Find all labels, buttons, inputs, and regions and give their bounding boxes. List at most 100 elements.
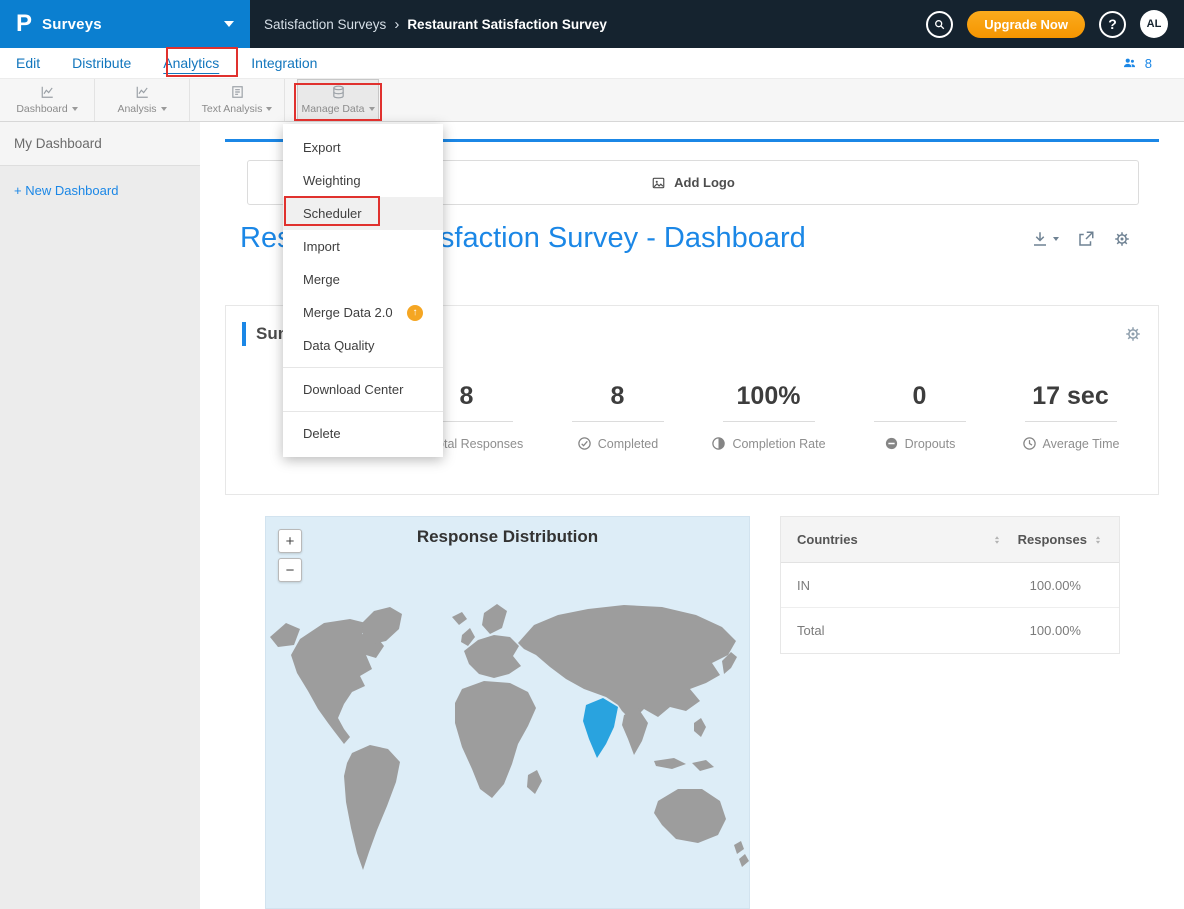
menu-item-label: Merge Data 2.0 bbox=[303, 305, 393, 320]
premium-badge-icon: ↑ bbox=[407, 305, 423, 321]
stat-label: Completion Rate bbox=[732, 437, 825, 451]
help-button[interactable]: ? bbox=[1099, 11, 1126, 38]
brand-product-name: Surveys bbox=[42, 16, 102, 33]
download-button[interactable] bbox=[1031, 230, 1059, 248]
product-switcher[interactable]: P Surveys bbox=[0, 0, 250, 48]
tab-distribute[interactable]: Distribute bbox=[72, 55, 131, 71]
document-icon bbox=[230, 85, 245, 99]
line-chart-icon bbox=[40, 85, 55, 99]
members-indicator[interactable]: 8 bbox=[1121, 56, 1168, 71]
breadcrumb-parent[interactable]: Satisfaction Surveys bbox=[264, 17, 386, 32]
stat-label: Dropouts bbox=[905, 437, 956, 451]
world-map[interactable] bbox=[266, 577, 751, 907]
response-distribution-card: Response Distribution + − bbox=[265, 516, 750, 909]
responses-cell: 100.00% bbox=[1030, 623, 1103, 638]
topbar: P Surveys Satisfaction Surveys › Restaur… bbox=[0, 0, 1184, 48]
people-icon bbox=[1121, 56, 1138, 70]
menu-item-delete[interactable]: Delete bbox=[283, 417, 443, 450]
menu-item-merge[interactable]: Merge bbox=[283, 263, 443, 296]
world-map-landmasses bbox=[270, 604, 749, 870]
check-circle-icon bbox=[577, 436, 592, 451]
stat-completed: 8 Completed bbox=[542, 382, 693, 451]
breadcrumb-separator-icon: › bbox=[394, 16, 399, 33]
new-dashboard-link[interactable]: + New Dashboard bbox=[0, 166, 200, 215]
breadcrumb-current: Restaurant Satisfaction Survey bbox=[407, 17, 607, 32]
toolbar-analysis-label: Analysis bbox=[117, 103, 156, 115]
toolbar-text-analysis-label: Text Analysis bbox=[202, 103, 263, 115]
country-cell: IN bbox=[797, 578, 810, 593]
database-icon bbox=[331, 85, 346, 99]
map-title: Response Distribution bbox=[266, 517, 749, 547]
toolbar-manage-data-label: Manage Data bbox=[301, 103, 364, 115]
stat-average-time: 17 sec Average Time bbox=[995, 382, 1146, 451]
minus-circle-icon bbox=[884, 436, 899, 451]
stat-value: 100% bbox=[723, 382, 815, 422]
stat-label: Total Responses bbox=[431, 437, 523, 451]
chevron-down-icon bbox=[369, 107, 375, 111]
gear-icon[interactable] bbox=[1113, 230, 1131, 248]
app-window: P Surveys Satisfaction Surveys › Restaur… bbox=[0, 0, 1184, 909]
toolbar-dashboard[interactable]: Dashboard bbox=[0, 79, 95, 121]
tab-edit[interactable]: Edit bbox=[16, 55, 40, 71]
gear-icon bbox=[1124, 325, 1142, 343]
summary-accent-bar bbox=[242, 322, 246, 346]
image-icon bbox=[651, 176, 666, 190]
menu-item-export[interactable]: Export bbox=[283, 131, 443, 164]
sidebar-item-label: My Dashboard bbox=[14, 136, 102, 151]
menu-item-scheduler[interactable]: Scheduler bbox=[283, 197, 443, 230]
tab-analytics[interactable]: Analytics bbox=[163, 55, 219, 71]
responses-column-header[interactable]: Responses bbox=[1018, 532, 1087, 547]
table-row: IN 100.00% bbox=[781, 563, 1119, 608]
search-icon bbox=[933, 18, 946, 31]
manage-data-menu: Export Weighting Scheduler Import Merge … bbox=[283, 124, 443, 457]
search-button[interactable] bbox=[926, 11, 953, 38]
sort-icon[interactable] bbox=[1093, 534, 1103, 546]
menu-divider bbox=[283, 411, 443, 412]
sidebar-item-my-dashboard[interactable]: My Dashboard bbox=[0, 122, 200, 166]
summary-settings-button[interactable] bbox=[1124, 325, 1142, 343]
analytics-toolbar: Dashboard Analysis Text Analysis Manage … bbox=[0, 78, 1184, 122]
stat-label: Average Time bbox=[1043, 437, 1120, 451]
country-cell: Total bbox=[797, 623, 824, 638]
add-logo-label: Add Logo bbox=[674, 175, 735, 190]
upgrade-button[interactable]: Upgrade Now bbox=[967, 11, 1085, 38]
menu-item-download-center[interactable]: Download Center bbox=[283, 373, 443, 406]
dashboard-sidebar: My Dashboard + New Dashboard bbox=[0, 122, 200, 909]
menu-item-merge-data-2[interactable]: Merge Data 2.0 ↑ bbox=[283, 296, 443, 329]
chevron-down-icon bbox=[1053, 237, 1059, 241]
map-zoom-in-button[interactable]: + bbox=[278, 529, 302, 553]
sort-icon[interactable] bbox=[992, 534, 1002, 546]
tab-integration[interactable]: Integration bbox=[251, 55, 317, 71]
toolbar-manage-data[interactable]: Manage Data bbox=[297, 79, 379, 121]
menu-item-data-quality[interactable]: Data Quality bbox=[283, 329, 443, 362]
countries-column-header[interactable]: Countries bbox=[797, 532, 858, 547]
chevron-down-icon bbox=[266, 107, 272, 111]
line-chart-icon bbox=[135, 85, 150, 99]
download-icon bbox=[1031, 230, 1049, 248]
breadcrumb: Satisfaction Surveys › Restaurant Satisf… bbox=[264, 16, 607, 33]
table-row: Total 100.00% bbox=[781, 608, 1119, 653]
dashboard-actions bbox=[1031, 230, 1131, 248]
stat-value: 17 sec bbox=[1025, 382, 1117, 422]
countries-table: Countries Responses IN 100.00% Total 100… bbox=[780, 516, 1120, 654]
stat-completion-rate: 100% Completion Rate bbox=[693, 382, 844, 451]
menu-item-weighting[interactable]: Weighting bbox=[283, 164, 443, 197]
half-pie-icon bbox=[711, 436, 726, 451]
toolbar-text-analysis[interactable]: Text Analysis bbox=[190, 79, 285, 121]
summary-stats: 8 Total Responses 8 Completed 100% Compl… bbox=[391, 382, 1146, 451]
map-country-india[interactable] bbox=[583, 698, 618, 758]
survey-nav: Edit Distribute Analytics Integration 8 bbox=[0, 48, 1184, 78]
stat-label: Completed bbox=[598, 437, 658, 451]
responses-cell: 100.00% bbox=[1030, 578, 1103, 593]
topbar-actions: Upgrade Now ? AL bbox=[926, 10, 1184, 38]
menu-divider bbox=[283, 367, 443, 368]
stat-value: 8 bbox=[572, 382, 664, 422]
toolbar-dashboard-label: Dashboard bbox=[16, 103, 67, 115]
chevron-down-icon bbox=[72, 107, 78, 111]
clock-icon bbox=[1022, 436, 1037, 451]
toolbar-analysis[interactable]: Analysis bbox=[95, 79, 190, 121]
menu-item-import[interactable]: Import bbox=[283, 230, 443, 263]
share-icon[interactable] bbox=[1077, 230, 1095, 248]
chevron-down-icon bbox=[224, 21, 234, 27]
avatar[interactable]: AL bbox=[1140, 10, 1168, 38]
